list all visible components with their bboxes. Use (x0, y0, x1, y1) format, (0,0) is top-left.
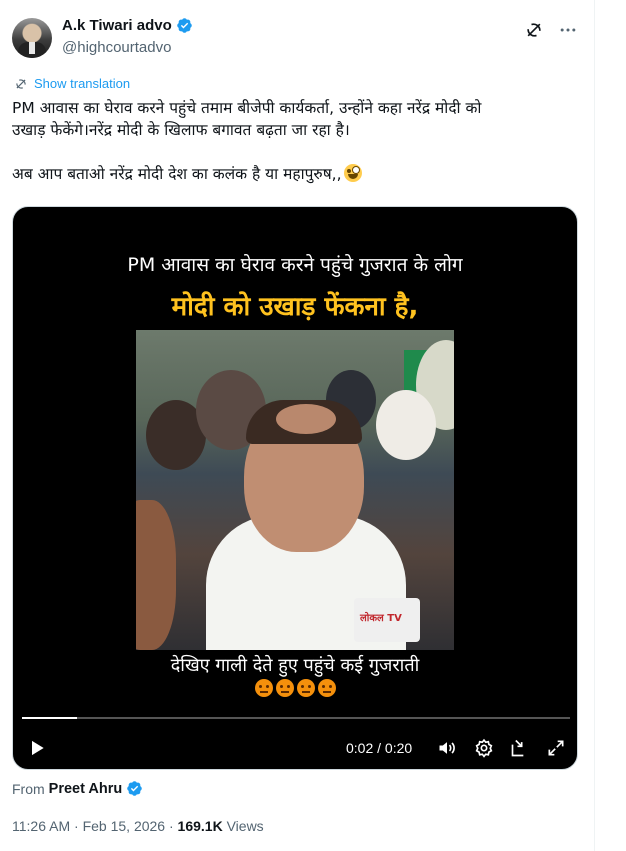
tweet-meta: 11:26 AM · Feb 15, 2026 · 169.1K Views (12, 818, 264, 834)
tweet-date[interactable]: Feb 15, 2026 (83, 818, 166, 834)
mic-label: लोकल TV (360, 613, 402, 624)
tweet-line-2: उखाड़ फेकेंगे।नरेंद्र मोदी के खिलाफ बगाव… (12, 121, 350, 139)
news-microphone: लोकल TV (354, 598, 420, 642)
tweet-line-1: PM आवास का घेराव करने पहुंचे तमाम बीजेपी… (12, 99, 482, 117)
angry-face-icon (296, 679, 315, 697)
zany-face-emoji-icon (343, 164, 362, 182)
views-count: 169.1K (177, 818, 223, 834)
video-caption-bottom: देखिए गाली देते हुए पहुंचे कई गुजराती (170, 655, 420, 676)
video-frame: लोकल TV (136, 330, 454, 650)
volume-icon[interactable] (437, 738, 457, 758)
video-controls: 0:02 / 0:20 (13, 733, 577, 763)
fullscreen-icon[interactable] (546, 738, 566, 758)
views-label: Views (226, 818, 264, 834)
tweet-text: PM आवास का घेराव करने पहुंचे तमाम बीजेपी… (12, 97, 582, 185)
video-progress-track[interactable] (22, 717, 570, 719)
show-translation-link[interactable]: Show translation (14, 76, 130, 91)
author-name-row[interactable]: A.k Tiwari advo (62, 17, 193, 34)
column-divider (594, 0, 595, 851)
video-attribution: From Preet Ahru (12, 780, 143, 797)
picture-in-picture-icon[interactable] (510, 738, 530, 758)
settings-icon[interactable] (474, 738, 494, 758)
video-progress-fill (22, 717, 77, 719)
tweet-header: A.k Tiwari advo @highcourtadvo (12, 14, 578, 62)
tweet-line-3: अब आप बताओ नरेंद्र मोदी देश का कलंक है य… (12, 165, 342, 183)
video-caption-top: PM आवास का घेराव करने पहुंचे गुजरात के ल… (127, 254, 463, 276)
angry-emoji-row (13, 679, 577, 697)
meta-separator: · (74, 818, 79, 834)
angry-face-icon (317, 679, 336, 697)
angry-face-icon (254, 679, 273, 697)
verified-badge-icon (127, 781, 143, 796)
tweet-time[interactable]: 11:26 AM (12, 818, 70, 834)
tweet-line-3-wrap: अब आप बताओ नरेंद्र मोदी देश का कलंक है य… (12, 163, 582, 185)
from-account-name[interactable]: Preet Ahru (49, 781, 123, 797)
author-display-name[interactable]: A.k Tiwari advo (62, 17, 172, 34)
from-label: From (12, 780, 45, 797)
video-player[interactable]: PM आवास का घेराव करने पहुंचे गुजरात के ल… (12, 206, 578, 770)
video-caption-highlight: मोदी को उखाड़ फेंकना है, (171, 292, 419, 322)
verified-badge-icon (177, 18, 192, 33)
angry-face-icon (275, 679, 294, 697)
translate-icon (16, 78, 26, 89)
meta-separator: · (168, 818, 174, 834)
play-icon[interactable] (27, 738, 47, 758)
author-handle[interactable]: @highcourtadvo (62, 39, 171, 56)
video-time: 0:02 / 0:20 (346, 740, 413, 756)
avatar[interactable] (12, 18, 52, 58)
grok-icon[interactable] (524, 20, 544, 40)
show-translation-label[interactable]: Show translation (34, 76, 130, 91)
more-icon[interactable] (558, 20, 578, 40)
